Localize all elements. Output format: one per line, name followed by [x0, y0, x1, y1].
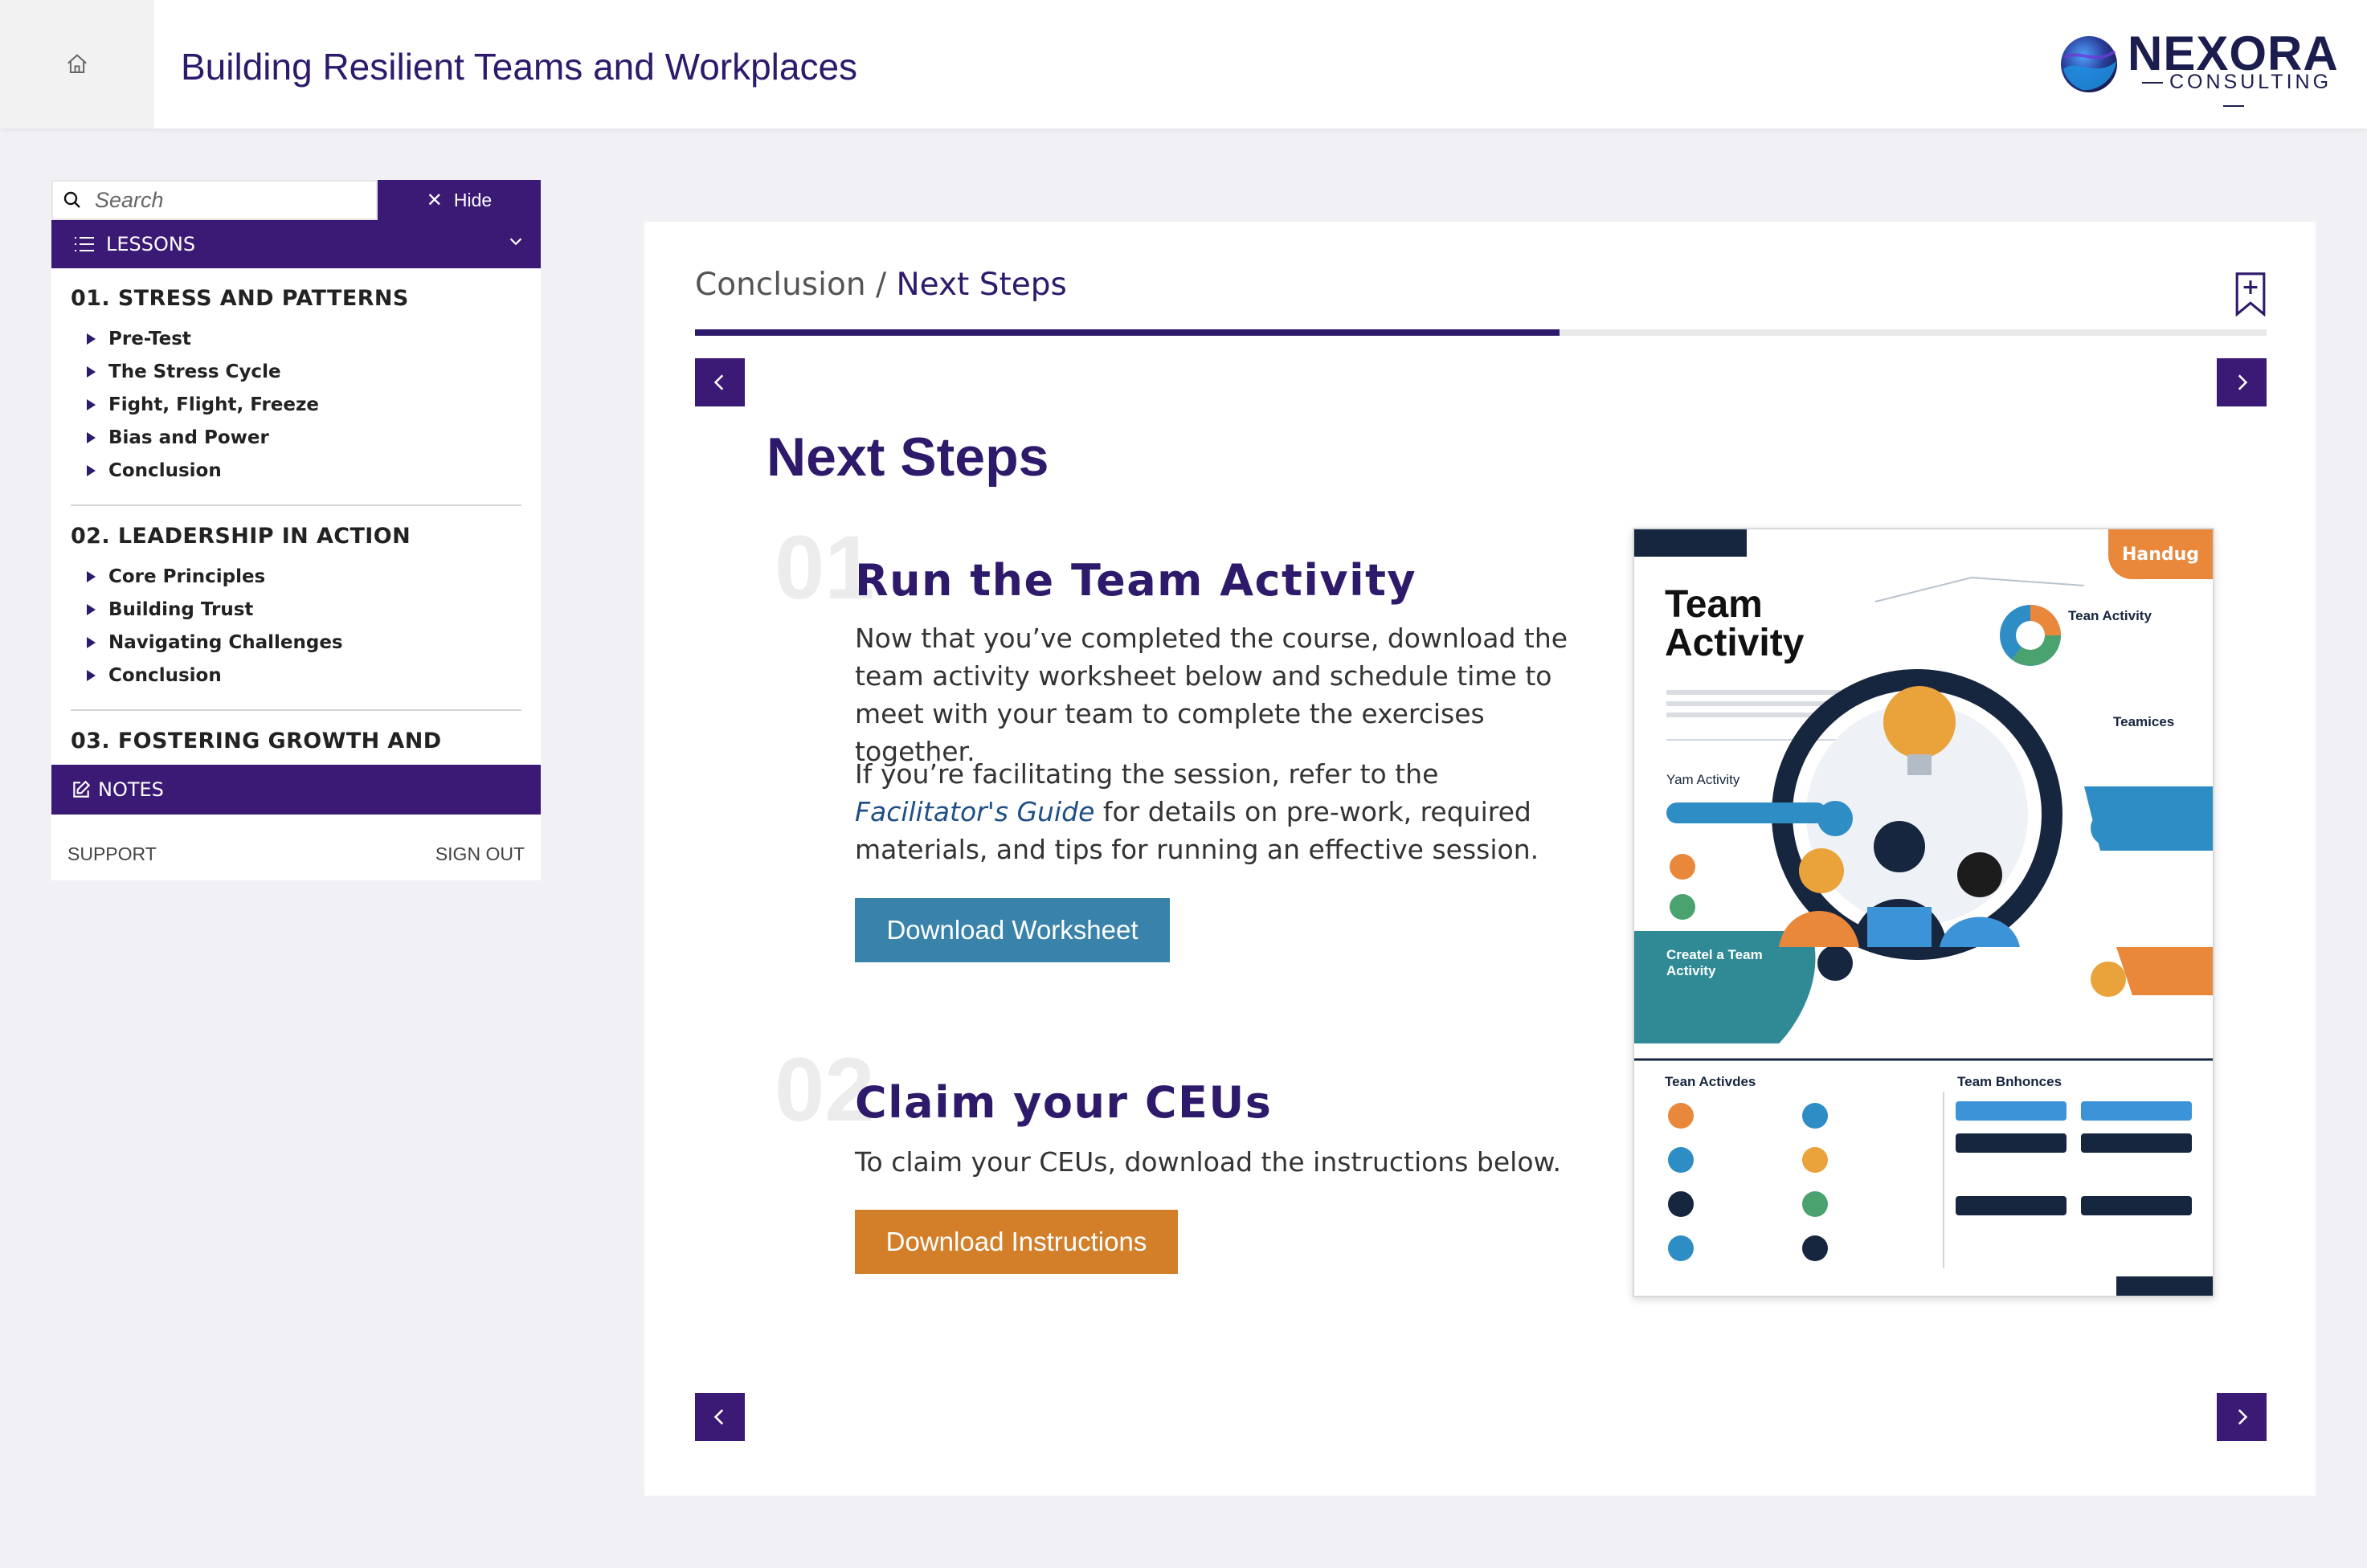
close-icon: ✕: [426, 189, 443, 211]
sidebar-footer: SUPPORT SIGN OUT: [51, 815, 541, 880]
caret-right-icon: [87, 365, 96, 378]
breadcrumb-parent[interactable]: Conclusion: [695, 267, 866, 303]
notes-label: NOTES: [98, 778, 164, 801]
hide-label: Hide: [453, 189, 493, 210]
next-button-bottom[interactable]: [2217, 1393, 2267, 1441]
step-title: Run the Team Activity: [855, 555, 1417, 606]
breadcrumb: Conclusion / Next Steps: [695, 267, 1067, 303]
chevron-down-icon: [509, 238, 522, 246]
lesson-item-core-principles[interactable]: Core Principles: [71, 560, 521, 593]
caret-right-icon: [87, 570, 96, 582]
lesson-item-pre-test[interactable]: Pre-Test: [71, 322, 521, 355]
lesson-item-fight-flight-freeze[interactable]: Fight, Flight, Freeze: [71, 388, 521, 421]
step-description: Now that you’ve completed the course, do…: [855, 623, 1568, 767]
bookmark-icon[interactable]: [2234, 272, 2267, 316]
hide-sidebar-button[interactable]: ✕ Hide: [378, 180, 541, 220]
module-1: 01. STRESS AND PATTERNS Pre-Test The Str…: [71, 268, 521, 506]
caret-right-icon: [87, 333, 96, 345]
logo-sub: CONSULTING: [2128, 71, 2340, 117]
step-claim-ceus: 02 Claim your CEUs To claim your CEUs, d…: [767, 1045, 1578, 1286]
caret-right-icon: [87, 431, 96, 443]
download-worksheet-button[interactable]: Download Worksheet: [855, 898, 1170, 962]
lesson-item-bias-and-power[interactable]: Bias and Power: [71, 421, 521, 454]
step-run-team-activity: 01 Run the Team Activity Now that you’ve…: [767, 523, 1578, 973]
search-box: [51, 180, 378, 220]
download-instructions-button[interactable]: Download Instructions: [855, 1210, 1178, 1274]
course-title: Building Resilient Teams and Workplaces: [181, 46, 858, 88]
company-logo: NEXORA CONSULTING: [2058, 27, 2340, 98]
list-icon: [75, 237, 94, 251]
search-icon: [63, 191, 80, 208]
breadcrumb-separator: /: [865, 267, 897, 303]
module-2: 02. LEADERSHIP IN ACTION Core Principles…: [71, 506, 521, 711]
next-button-top[interactable]: [2217, 358, 2267, 406]
lesson-item-building-trust[interactable]: Building Trust: [71, 593, 521, 626]
worksheet-preview-image: Handug Team Activity Tean Activity Teami…: [1633, 528, 2214, 1297]
breadcrumb-current: Next Steps: [896, 267, 1067, 303]
page-heading: Next Steps: [767, 427, 1049, 488]
module-title[interactable]: 02. LEADERSHIP IN ACTION: [71, 524, 521, 549]
module-title[interactable]: 01. STRESS AND PATTERNS: [71, 286, 521, 311]
facilitator-guide-link[interactable]: Facilitator's Guide: [855, 796, 1094, 827]
chevron-left-icon: [713, 1409, 724, 1425]
caret-right-icon: [87, 464, 96, 476]
logo-globe-icon: [2061, 36, 2117, 92]
sign-out-link[interactable]: SIGN OUT: [435, 843, 525, 865]
prev-button-bottom[interactable]: [695, 1393, 745, 1441]
support-link[interactable]: SUPPORT: [67, 843, 157, 865]
lesson-card: Conclusion / Next Steps Next Steps 01 Ru…: [644, 222, 2316, 1496]
worksheet-title: Team Activity: [1665, 583, 1805, 664]
progress-fill: [695, 329, 1560, 336]
lesson-list: 01. STRESS AND PATTERNS Pre-Test The Str…: [51, 268, 541, 766]
lessons-toggle[interactable]: LESSONS: [51, 220, 541, 268]
module-title[interactable]: 03. FOSTERING GROWTH AND: [71, 729, 521, 753]
home-icon: [67, 54, 87, 73]
top-bar: Building Resilient Teams and Workplaces …: [0, 0, 2367, 129]
home-button[interactable]: [0, 0, 154, 129]
chevron-left-icon: [713, 374, 724, 390]
module-3: 03. FOSTERING GROWTH AND: [71, 711, 521, 766]
worksheet-label: Team Bnhonces: [1957, 1074, 2062, 1089]
notes-button[interactable]: NOTES: [51, 765, 541, 815]
prev-button-top[interactable]: [695, 358, 745, 406]
worksheet-label: Tean Activity: [2068, 608, 2152, 623]
worksheet-label: Createl a Team Activity: [1666, 947, 1763, 978]
step-title: Claim your CEUs: [855, 1077, 1273, 1128]
chevron-right-icon: [2238, 374, 2248, 390]
lesson-item-conclusion-1[interactable]: Conclusion: [71, 454, 521, 487]
caret-right-icon: [87, 603, 96, 615]
lesson-item-navigating-challenges[interactable]: Navigating Challenges: [71, 626, 521, 659]
caret-right-icon: [87, 398, 96, 410]
search-row: ✕ Hide: [51, 180, 541, 220]
caret-right-icon: [87, 669, 96, 681]
worksheet-tag: Handug: [2108, 529, 2213, 579]
caret-right-icon: [87, 636, 96, 648]
edit-note-icon: [73, 780, 91, 798]
facilitator-paragraph: If you’re facilitating the session, refe…: [855, 758, 1539, 865]
sidebar: ✕ Hide LESSONS 01. STRESS AND PATTERNS P…: [51, 180, 541, 880]
lesson-item-stress-cycle[interactable]: The Stress Cycle: [71, 355, 521, 388]
search-input[interactable]: [95, 187, 352, 213]
worksheet-label: Teamices: [2113, 714, 2175, 729]
lesson-item-conclusion-2[interactable]: Conclusion: [71, 659, 521, 692]
chevron-right-icon: [2238, 1409, 2248, 1425]
worksheet-label: Yam Activity: [1666, 772, 1740, 787]
progress-bar: [695, 329, 2267, 336]
worksheet-label: Tean Activdes: [1665, 1074, 1756, 1089]
lessons-label: LESSONS: [106, 233, 196, 255]
step-description: To claim your CEUs, download the instruc…: [855, 1146, 1561, 1178]
